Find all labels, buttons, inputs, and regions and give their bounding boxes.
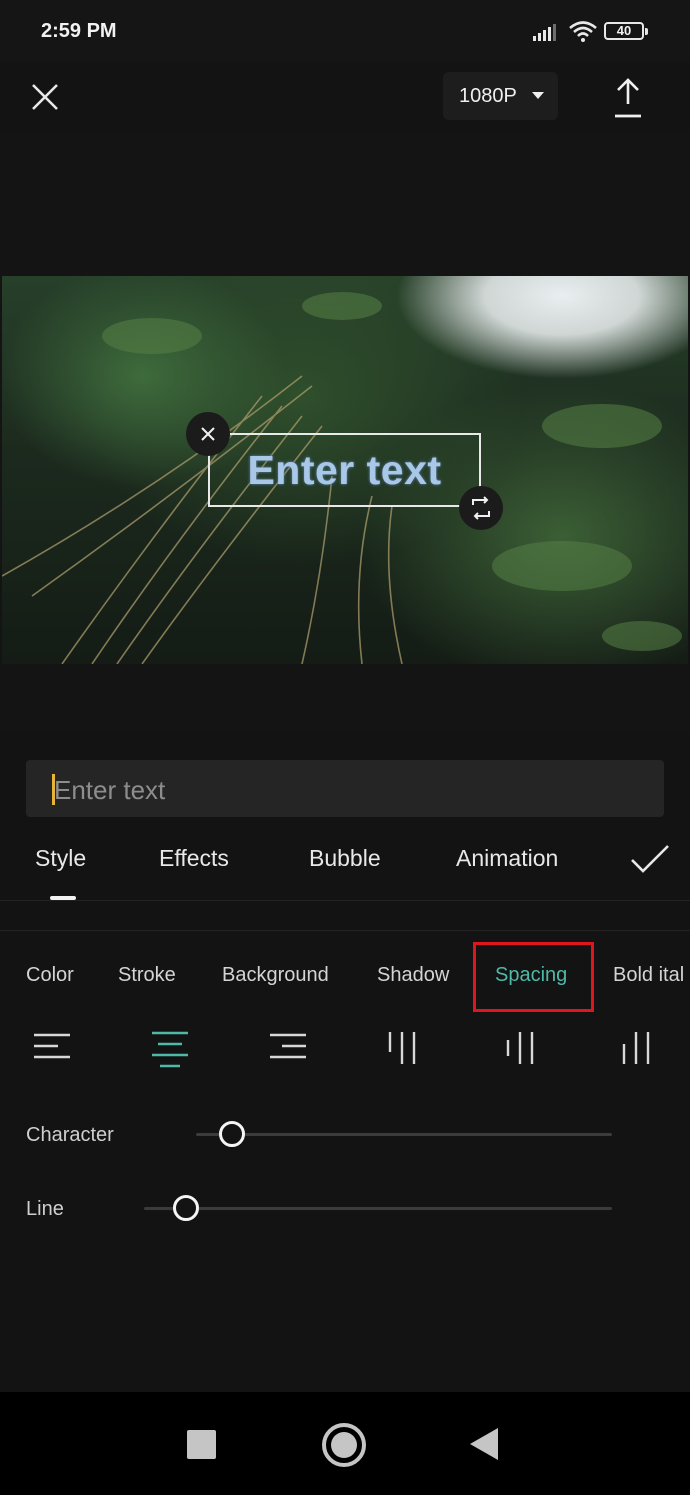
align-center-icon	[152, 1031, 188, 1068]
subtab-background[interactable]: Background	[222, 964, 329, 987]
top-bar: 1080P	[0, 62, 690, 132]
align-center-button[interactable]	[148, 1028, 192, 1068]
back-button[interactable]	[470, 1428, 498, 1460]
close-button[interactable]	[22, 74, 68, 120]
line-spacing-label: Line	[26, 1198, 64, 1220]
align-left-icon	[34, 1033, 70, 1059]
close-icon	[201, 427, 215, 441]
export-icon	[615, 78, 641, 118]
battery-icon: 40	[604, 22, 648, 40]
character-spacing-label: Character	[26, 1124, 114, 1146]
checkmark-icon	[631, 845, 669, 873]
editor-panel	[0, 732, 690, 1392]
align-right-button[interactable]	[266, 1028, 310, 1068]
vertical-align-center-button[interactable]	[500, 1028, 544, 1068]
align-left-button[interactable]	[30, 1028, 74, 1068]
vertical-align-top-icon	[388, 1032, 416, 1064]
vertical-align-bottom-icon	[622, 1032, 650, 1064]
text-rotate-resize-button[interactable]	[459, 486, 503, 530]
subtab-bold-italic[interactable]: Bold ital	[613, 964, 684, 987]
text-delete-button[interactable]	[186, 412, 230, 456]
home-button[interactable]	[322, 1423, 366, 1467]
rotate-resize-icon	[472, 496, 490, 520]
status-time: 2:59 PM	[41, 20, 117, 42]
text-input-placeholder: Enter text	[54, 775, 166, 805]
tab-effects[interactable]: Effects	[159, 845, 229, 872]
chevron-down-icon	[532, 92, 544, 99]
confirm-button[interactable]	[626, 840, 674, 880]
export-button[interactable]	[606, 72, 650, 122]
tab-bubble[interactable]: Bubble	[309, 845, 381, 872]
text-overlay-box[interactable]: Enter text	[208, 433, 481, 507]
align-right-icon	[270, 1033, 306, 1059]
tab-style[interactable]: Style	[35, 845, 86, 872]
character-spacing-slider-track[interactable]	[196, 1133, 612, 1136]
line-spacing-slider-thumb[interactable]	[173, 1195, 199, 1221]
resolution-dropdown[interactable]: 1080P	[443, 72, 558, 120]
resolution-label: 1080P	[459, 85, 517, 107]
vertical-align-bottom-button[interactable]	[616, 1028, 660, 1068]
subtab-stroke[interactable]: Stroke	[118, 964, 176, 987]
recents-button[interactable]	[187, 1430, 216, 1459]
line-spacing-slider-track[interactable]	[144, 1207, 612, 1210]
tab-divider	[0, 900, 690, 901]
vertical-align-center-icon	[506, 1032, 534, 1064]
subtab-shadow[interactable]: Shadow	[377, 964, 449, 987]
signal-icon	[533, 24, 556, 41]
battery-level: 40	[616, 23, 632, 38]
close-icon	[32, 84, 58, 110]
tab-animation[interactable]: Animation	[456, 845, 558, 872]
spacing-highlight-box	[473, 942, 594, 1012]
wifi-icon	[569, 21, 597, 42]
vertical-align-top-button[interactable]	[382, 1028, 426, 1068]
text-input-field[interactable]: Enter text	[26, 760, 664, 817]
subtab-color[interactable]: Color	[26, 964, 74, 987]
overlay-text: Enter text	[247, 447, 442, 493]
character-spacing-slider-thumb[interactable]	[219, 1121, 245, 1147]
section-divider	[0, 930, 690, 931]
